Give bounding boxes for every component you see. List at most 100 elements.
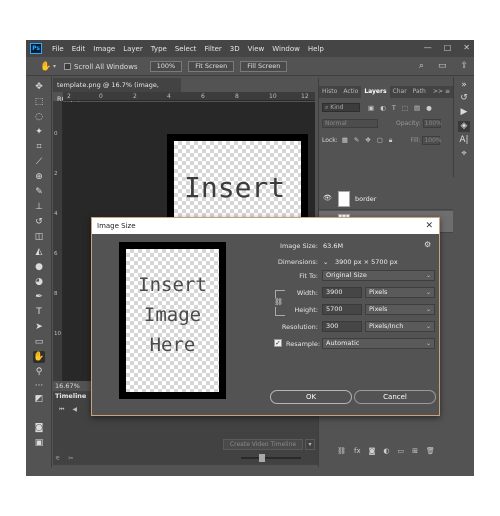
link-layers-icon[interactable]: ⛓ <box>337 447 346 455</box>
timeline-render-icon[interactable]: ✂ <box>68 455 73 462</box>
crop-tool-icon[interactable]: ⌗ <box>33 141 45 153</box>
tab-character[interactable]: Char <box>390 86 410 98</box>
minimize-button[interactable]: — <box>424 43 432 52</box>
layer-style-icon[interactable]: fx <box>354 447 361 455</box>
resolution-unit-dropdown[interactable]: Pixels/Inch ⌄ <box>365 321 435 332</box>
timeline-mode-dropdown[interactable]: ▾ <box>305 439 315 450</box>
create-video-timeline-button[interactable]: Create Video Timeline <box>223 439 303 450</box>
menu-layer[interactable]: Layer <box>123 45 143 53</box>
paint-bucket-icon[interactable]: ◭ <box>33 246 45 258</box>
clone-stamp-icon[interactable]: ⊥ <box>33 201 45 213</box>
hand-tool-active-icon[interactable]: ✋ <box>33 351 45 363</box>
layer-name[interactable]: border <box>355 195 376 203</box>
lock-all-icon[interactable]: 🔒︎ <box>389 136 392 145</box>
lasso-tool-icon[interactable]: ◌ <box>33 111 45 123</box>
adjustment-layer-icon[interactable]: ◐ <box>383 447 389 455</box>
menu-filter[interactable]: Filter <box>204 45 221 53</box>
search-icon[interactable]: ⌕ <box>419 61 424 71</box>
fit-screen-button[interactable]: Fit Screen <box>188 61 235 72</box>
actions-panel-icon[interactable]: ▶ <box>458 107 470 118</box>
menu-type[interactable]: Type <box>151 45 167 53</box>
close-window-button[interactable]: ✕ <box>463 43 470 52</box>
pen-tool-icon[interactable]: ✒ <box>33 291 45 303</box>
dimensions-dropdown-icon[interactable]: ⌄ <box>323 258 328 266</box>
screen-mode-icon[interactable]: ▣ <box>33 437 45 449</box>
new-layer-icon[interactable]: ⊞ <box>412 447 418 455</box>
more-tools-icon[interactable]: ··· <box>33 380 45 392</box>
quick-mask-icon[interactable]: ◙ <box>33 422 45 434</box>
eyedropper-icon[interactable]: ⟋ <box>33 156 45 168</box>
hand-tool-icon[interactable]: ✋ <box>40 62 51 72</box>
timeline-zoom-slider[interactable] <box>241 454 302 462</box>
fill-input[interactable]: 100% <box>422 136 442 145</box>
type-tool-icon[interactable]: T <box>33 306 45 318</box>
ok-button[interactable]: OK <box>270 390 352 404</box>
resample-dropdown[interactable]: Automatic ⌄ <box>322 338 435 349</box>
menu-edit[interactable]: Edit <box>72 45 86 53</box>
delete-layer-icon[interactable]: 🗑︎ <box>426 447 435 455</box>
move-tool-icon[interactable]: ✥ <box>33 81 45 93</box>
brush-tool-icon[interactable]: ✎ <box>33 186 45 198</box>
magic-wand-icon[interactable]: ✦ <box>33 126 45 138</box>
character-panel-icon[interactable]: A| <box>458 135 470 146</box>
layer-row-border[interactable]: 👁︎ border <box>319 188 453 210</box>
rectangle-tool-icon[interactable]: ▭ <box>33 336 45 348</box>
collapse-panels-icon[interactable]: » <box>458 80 470 91</box>
blur-tool-icon[interactable]: ● <box>33 261 45 273</box>
filter-shape-icon[interactable]: ⬚ <box>402 104 408 112</box>
filter-smart-icon[interactable]: ▤ <box>414 104 420 112</box>
first-frame-icon[interactable]: ⏮ <box>59 406 64 414</box>
foreground-background-icon[interactable]: ◩ <box>33 393 45 405</box>
scroll-all-windows-checkbox[interactable] <box>64 63 72 70</box>
slider-knob[interactable] <box>259 454 266 462</box>
lock-pixels-icon[interactable]: ✎ <box>354 136 359 145</box>
zoom-100-button[interactable]: 100% <box>149 61 183 72</box>
filter-pixel-icon[interactable]: ▣ <box>368 104 374 112</box>
menu-3d[interactable]: 3D <box>230 45 240 53</box>
width-unit-dropdown[interactable]: Pixels ⌄ <box>365 287 435 298</box>
marquee-tool-icon[interactable]: ⬚ <box>33 96 45 108</box>
menu-select[interactable]: Select <box>175 45 197 53</box>
filter-type-icon[interactable]: T <box>392 104 396 112</box>
resolution-input[interactable]: 300 <box>322 321 362 332</box>
gear-icon[interactable]: ⚙ <box>424 240 431 249</box>
width-input[interactable]: 3900 <box>322 287 362 298</box>
healing-brush-icon[interactable]: ⊕ <box>33 171 45 183</box>
lock-position-icon[interactable]: ✥ <box>365 136 370 145</box>
add-mask-icon[interactable]: ◙ <box>369 447 376 455</box>
menu-image[interactable]: Image <box>93 45 115 53</box>
kind-filter-dropdown[interactable]: ⌕ Kind <box>322 103 360 112</box>
tab-actions[interactable]: Actio <box>340 86 361 98</box>
zoom-tool-icon[interactable]: ⚲ <box>33 366 45 378</box>
tab-histogram[interactable]: Histo <box>319 86 340 98</box>
history-panel-icon[interactable]: ↺ <box>458 93 470 104</box>
maximize-button[interactable]: □ <box>444 43 452 52</box>
filter-toggle-icon[interactable]: ● <box>426 104 432 112</box>
tab-paths[interactable]: Path <box>410 86 429 98</box>
visibility-eye-icon[interactable]: 👁︎ <box>323 195 332 202</box>
share-icon[interactable]: ⇪ <box>460 61 468 71</box>
menu-view[interactable]: View <box>248 45 265 53</box>
prev-frame-icon[interactable]: ◀ <box>72 406 77 414</box>
dialog-title-bar[interactable]: Image Size ✕ <box>92 218 439 234</box>
tool-preset-dropdown[interactable]: ▾ <box>53 63 56 70</box>
close-icon[interactable]: ✕ <box>425 218 433 234</box>
layers-panel-icon[interactable]: ◈ <box>458 121 470 132</box>
lock-transparent-icon[interactable]: ▦ <box>342 136 348 145</box>
path-selection-icon[interactable]: ➤ <box>33 321 45 333</box>
resample-checkbox[interactable]: ✓ <box>274 339 282 347</box>
opacity-input[interactable]: 100% <box>422 119 442 128</box>
menu-help[interactable]: Help <box>308 45 324 53</box>
timeline-tab-label[interactable]: Timeline <box>55 392 86 400</box>
workspace-icon[interactable]: ▭ <box>438 61 447 71</box>
filter-adjustment-icon[interactable]: ◐ <box>380 104 386 112</box>
lock-artboard-icon[interactable]: ▢ <box>377 136 383 145</box>
timeline-settings-icon[interactable]: ⚟ <box>55 455 60 462</box>
dodge-tool-icon[interactable]: ◕ <box>33 276 45 288</box>
paths-panel-icon[interactable]: ⌖ <box>458 149 470 160</box>
fill-screen-button[interactable]: Fill Screen <box>240 61 288 72</box>
height-unit-dropdown[interactable]: Pixels ⌄ <box>365 304 435 315</box>
eraser-tool-icon[interactable]: ◫ <box>33 231 45 243</box>
history-brush-icon[interactable]: ↺ <box>33 216 45 228</box>
cancel-button[interactable]: Cancel <box>354 390 436 404</box>
